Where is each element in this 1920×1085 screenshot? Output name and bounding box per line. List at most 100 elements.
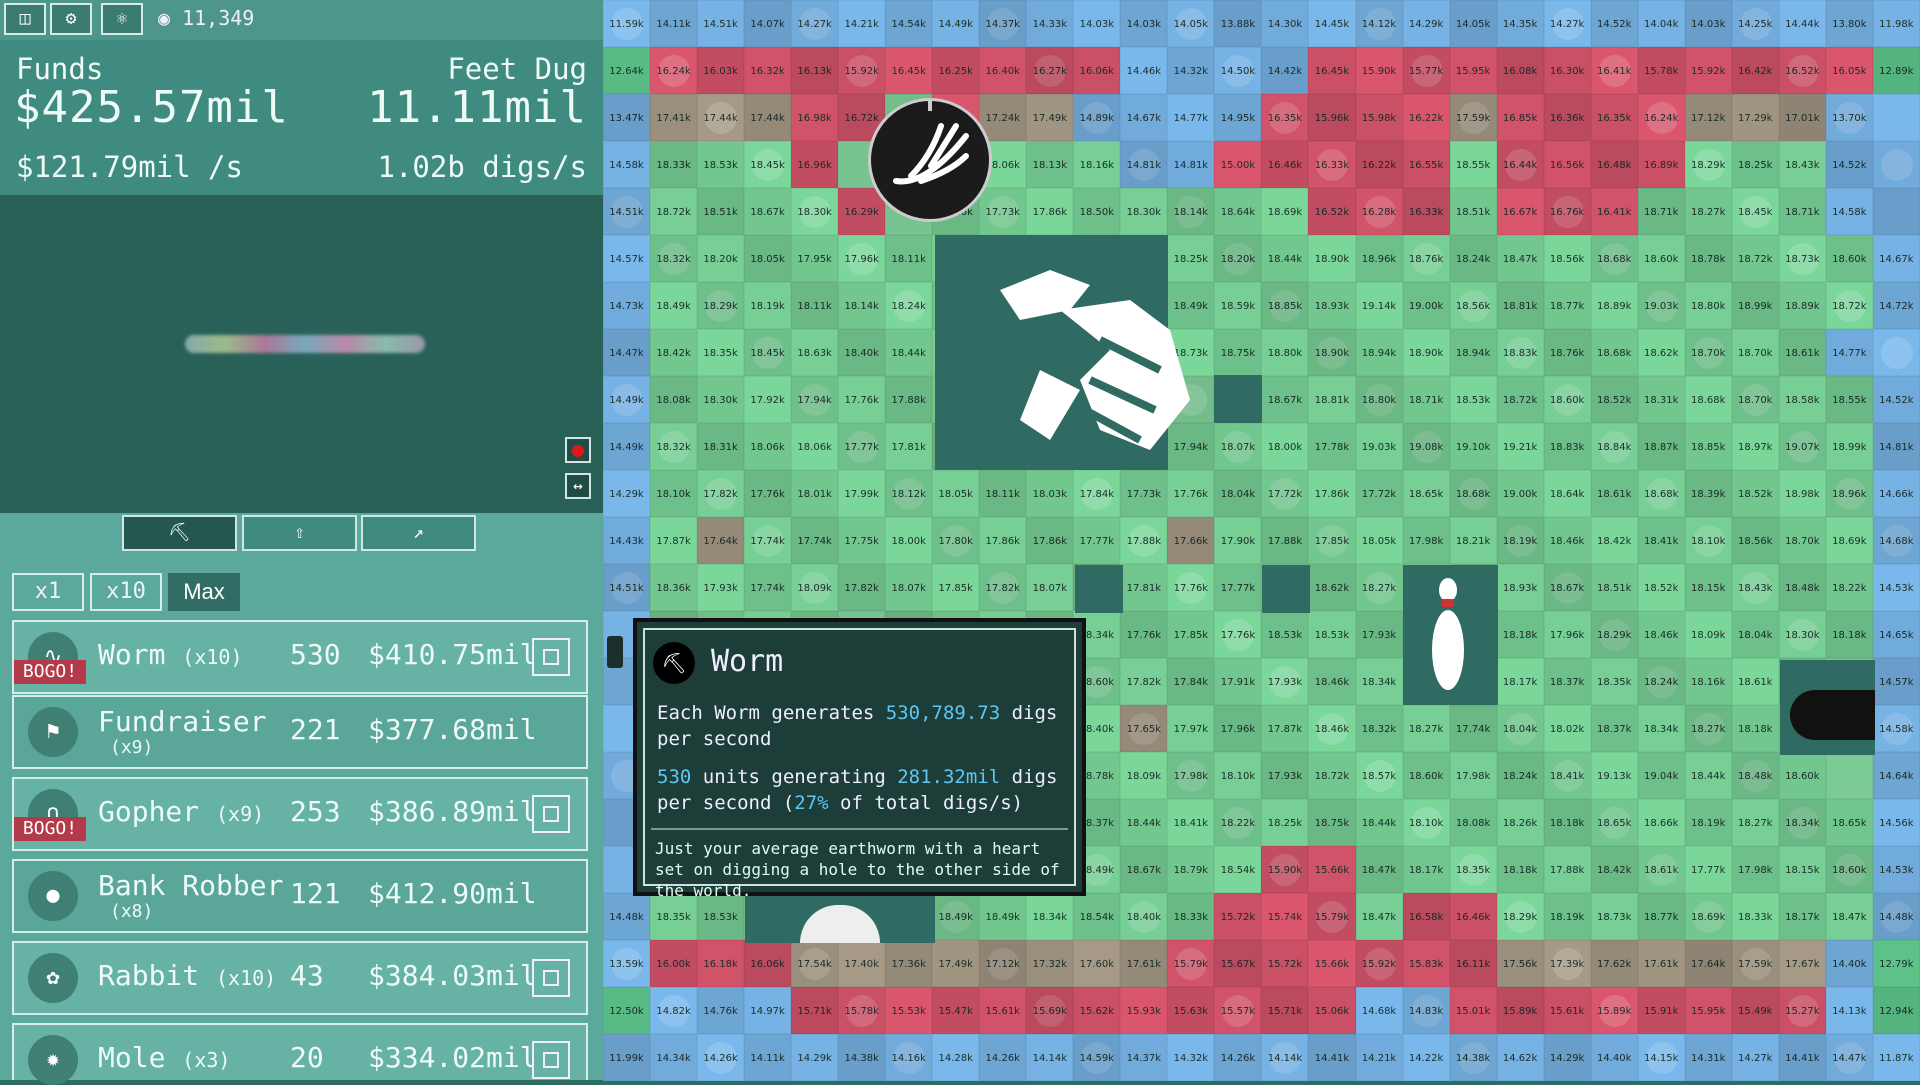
grid-cell[interactable]: 14.33k [1026, 0, 1074, 47]
grid-cell[interactable]: 16.45k [885, 47, 933, 94]
grid-cell[interactable]: 18.79k [1167, 846, 1215, 893]
grid-cell[interactable]: 18.46k [1308, 705, 1356, 752]
grid-cell[interactable]: 17.82k [1120, 658, 1168, 705]
grid-cell[interactable]: 14.38k [1449, 1034, 1497, 1081]
grid-cell[interactable]: 18.56k [1449, 282, 1497, 329]
grid-cell[interactable]: 15.71k [1261, 987, 1309, 1034]
grid-cell[interactable]: 18.93k [1308, 282, 1356, 329]
grid-cell[interactable]: 17.40k [838, 940, 886, 987]
grid-cell[interactable]: 18.24k [885, 282, 933, 329]
grid-cell[interactable]: 18.29k [1590, 611, 1638, 658]
grid-cell[interactable]: 18.35k [1590, 658, 1638, 705]
grid-cell[interactable]: 14.73k [603, 282, 651, 329]
grid-cell[interactable]: 18.53k [1449, 376, 1497, 423]
grid-cell[interactable]: 14.67k [1872, 235, 1920, 282]
grid-cell[interactable]: 17.82k [979, 564, 1027, 611]
grid-cell[interactable]: 18.17k [1778, 893, 1826, 940]
grid-cell[interactable]: 18.29k [697, 282, 745, 329]
grid-cell[interactable]: 14.58k [1872, 705, 1920, 752]
grid-cell[interactable]: 18.19k [744, 282, 792, 329]
grid-cell[interactable]: 18.65k [1825, 799, 1873, 846]
grid-cell[interactable]: 17.96k [838, 235, 886, 282]
grid-cell[interactable]: 18.32k [1355, 705, 1403, 752]
grid-cell[interactable]: 14.40k [1825, 940, 1873, 987]
prestige-icon[interactable]: ⚛ [101, 3, 143, 35]
grid-cell[interactable]: 16.22k [1402, 94, 1450, 141]
grid-cell[interactable]: 18.05k [744, 235, 792, 282]
grid-cell[interactable]: 18.81k [1496, 282, 1544, 329]
grid-cell[interactable]: 18.70k [1778, 517, 1826, 564]
grid-cell[interactable]: 11.59k [603, 0, 651, 47]
grid-cell[interactable]: 17.86k [1026, 517, 1074, 564]
grid-cell[interactable]: 18.35k [697, 329, 745, 376]
grid-cell[interactable]: 18.15k [1684, 564, 1732, 611]
grid-cell[interactable]: 14.29k [791, 1034, 839, 1081]
grid-cell[interactable]: 18.27k [1402, 705, 1450, 752]
grid-cell[interactable]: 18.67k [744, 188, 792, 235]
grid-cell[interactable]: 18.75k [1308, 799, 1356, 846]
grid-cell[interactable]: 13.59k [603, 940, 651, 987]
grid-cell[interactable]: 15.69k [1026, 987, 1074, 1034]
grid-cell[interactable]: 18.34k [1637, 705, 1685, 752]
grid-cell[interactable]: 18.56k [1543, 235, 1591, 282]
unit-row-fundraiser[interactable]: ⚑ Fundraiser (x9) 221 $377.68mil [12, 695, 588, 769]
grid-cell[interactable]: 14.62k [1496, 1034, 1544, 1081]
grid-cell[interactable]: 18.46k [1637, 611, 1685, 658]
grid-cell[interactable]: 14.46k [1120, 47, 1168, 94]
grid-cell[interactable]: 18.27k [1684, 705, 1732, 752]
grid-cell[interactable]: 14.29k [1402, 0, 1450, 47]
grid-cell[interactable]: 18.62k [1637, 329, 1685, 376]
grid-cell[interactable]: 18.10k [1684, 517, 1732, 564]
grid-cell[interactable]: 16.96k [791, 141, 839, 188]
grid-cell[interactable]: 18.29k [1684, 141, 1732, 188]
grid-cell[interactable]: 17.01k [1778, 94, 1826, 141]
grid-cell[interactable]: 14.67k [1120, 94, 1168, 141]
grid-cell[interactable]: 18.25k [1731, 141, 1779, 188]
grid-cell[interactable]: 14.37k [979, 0, 1027, 47]
grid-cell[interactable]: 17.98k [1402, 517, 1450, 564]
unit-row-gopher[interactable]: ∩ Gopher (x9) 253 $386.89mil BOGO! [12, 777, 588, 851]
gear-icon[interactable]: ⚙ [50, 3, 92, 35]
grid-cell[interactable]: 17.86k [1026, 188, 1074, 235]
grid-cell[interactable]: 18.80k [1355, 376, 1403, 423]
grid-cell[interactable]: 17.90k [1214, 517, 1262, 564]
grid-cell[interactable]: 14.26k [1214, 1034, 1262, 1081]
grid-cell[interactable]: 18.24k [1637, 658, 1685, 705]
grid-cell[interactable]: 18.20k [1214, 235, 1262, 282]
grid-cell[interactable]: 17.44k [697, 94, 745, 141]
grid-cell[interactable]: 17.36k [885, 940, 933, 987]
grid-cell[interactable]: 15.79k [1167, 940, 1215, 987]
grid-cell[interactable]: 17.87k [1261, 705, 1309, 752]
grid-cell[interactable]: 18.42k [1590, 517, 1638, 564]
grid-cell[interactable]: 17.29k [1731, 94, 1779, 141]
grid-cell[interactable]: 17.85k [1167, 611, 1215, 658]
grid-cell[interactable]: 18.02k [1543, 705, 1591, 752]
grid-cell[interactable]: 18.65k [1402, 470, 1450, 517]
grid-cell[interactable]: 18.33k [650, 141, 698, 188]
grid-cell[interactable]: 18.52k [1590, 376, 1638, 423]
grid-cell[interactable]: 18.27k [1355, 564, 1403, 611]
grid-cell[interactable]: 15.95k [1449, 47, 1497, 94]
grid-cell[interactable]: 14.48k [1872, 893, 1920, 940]
grid-cell[interactable]: 16.35k [1590, 94, 1638, 141]
grid-cell[interactable]: 17.64k [1684, 940, 1732, 987]
grid-cell[interactable]: 14.47k [1825, 1034, 1873, 1081]
grid-cell[interactable]: 17.72k [1355, 470, 1403, 517]
grid-cell[interactable]: 18.64k [1543, 470, 1591, 517]
grid-cell[interactable]: 18.81k [1308, 376, 1356, 423]
grid-cell[interactable]: 17.64k [697, 517, 745, 564]
grid-cell[interactable]: 15.57k [1214, 987, 1262, 1034]
grid-cell[interactable]: 18.96k [1825, 470, 1873, 517]
grid-cell[interactable]: 14.03k [1684, 0, 1732, 47]
grid-cell[interactable]: 18.30k [791, 188, 839, 235]
grid-cell[interactable]: 15.63k [1167, 987, 1215, 1034]
grid-cell[interactable]: 15.90k [1261, 846, 1309, 893]
grid-cell[interactable]: 18.69k [1825, 517, 1873, 564]
grid-cell[interactable]: 15.61k [1543, 987, 1591, 1034]
grid-cell[interactable]: 18.08k [1449, 799, 1497, 846]
grid-cell[interactable]: 17.93k [1355, 611, 1403, 658]
grid-cell[interactable]: 16.46k [1261, 141, 1309, 188]
grid-cell[interactable]: 16.48k [1590, 141, 1638, 188]
grid-cell[interactable]: 15.77k [1402, 47, 1450, 94]
grid-cell[interactable]: 15.66k [1308, 940, 1356, 987]
